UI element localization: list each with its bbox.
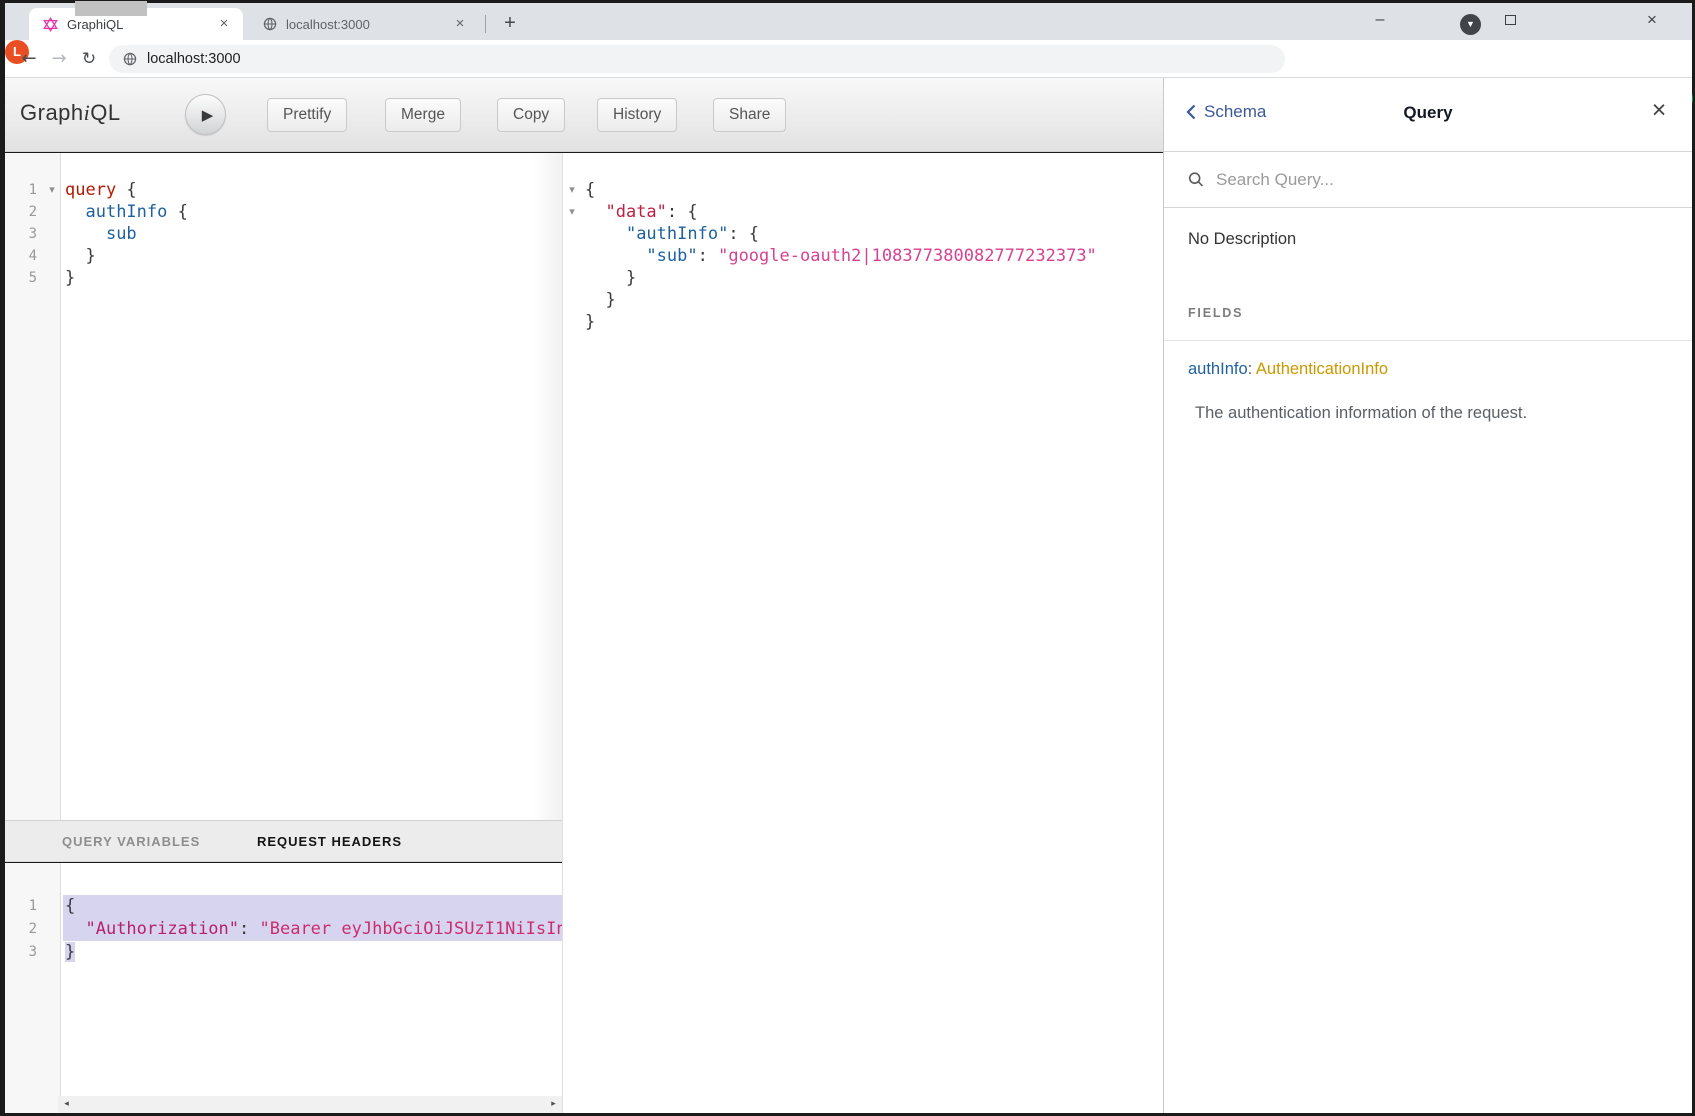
scrollbar-thumb[interactable] bbox=[75, 1, 147, 16]
line-number: 3 bbox=[5, 941, 43, 964]
field-description: The authentication information of the re… bbox=[1195, 404, 1527, 423]
doc-title: Query bbox=[1164, 103, 1692, 123]
fold-arrow-icon[interactable]: ▾ bbox=[563, 201, 581, 223]
line-number: 1 bbox=[5, 179, 43, 201]
secondary-editor-tabbar: QUERY VARIABLES REQUEST HEADERS bbox=[5, 820, 562, 862]
code-line: } bbox=[563, 267, 1163, 289]
fold-spacer bbox=[563, 289, 581, 311]
code-line: 2 authInfo { bbox=[5, 201, 562, 223]
maximize-icon bbox=[1505, 15, 1516, 25]
merge-button[interactable]: Merge bbox=[385, 98, 461, 132]
fold-spacer bbox=[43, 201, 61, 223]
code-line: ▾{ bbox=[563, 179, 1163, 201]
back-button[interactable]: ← bbox=[15, 45, 43, 73]
doc-field-row: authInfo: AuthenticationInfo bbox=[1188, 360, 1388, 379]
horizontal-scrollbar[interactable]: ◂ ▸ bbox=[58, 1096, 562, 1113]
copy-button[interactable]: Copy bbox=[497, 98, 565, 132]
code-line: } bbox=[563, 311, 1163, 333]
tab-title: localhost:3000 bbox=[286, 17, 451, 32]
forward-button[interactable]: → bbox=[45, 45, 73, 73]
reload-button[interactable]: ↻ bbox=[75, 45, 103, 73]
code-line: 4 } bbox=[5, 245, 562, 267]
tab-divider bbox=[485, 15, 486, 33]
fold-spacer bbox=[43, 223, 61, 245]
line-number: 5 bbox=[5, 267, 43, 289]
doc-search-input[interactable] bbox=[1216, 170, 1668, 190]
doc-explorer-header: Schema Query × bbox=[1164, 78, 1692, 152]
tab-title: GraphiQL bbox=[67, 17, 215, 32]
fold-spacer bbox=[563, 223, 581, 245]
graphiql-logo: GraphiQL bbox=[20, 100, 121, 126]
fold-arrow-icon[interactable]: ▾ bbox=[563, 179, 581, 201]
doc-fields-heading: FIELDS bbox=[1188, 306, 1243, 320]
history-button[interactable]: History bbox=[597, 98, 677, 132]
tab-query-variables[interactable]: QUERY VARIABLES bbox=[62, 834, 200, 849]
line-number: 2 bbox=[5, 918, 43, 941]
doc-close-button[interactable]: × bbox=[1644, 96, 1674, 125]
fold-spacer bbox=[43, 267, 61, 289]
globe-icon bbox=[123, 52, 137, 66]
code-line: 5} bbox=[5, 267, 562, 289]
scroll-left-arrow-icon[interactable]: ◂ bbox=[58, 1096, 75, 1113]
fold-spacer bbox=[43, 941, 61, 964]
code-line: } bbox=[563, 289, 1163, 311]
line-number: 1 bbox=[5, 895, 43, 918]
graphiql-toolbar: GraphiQL ▶ Prettify Merge Copy History S… bbox=[5, 78, 1163, 152]
line-number: 3 bbox=[5, 223, 43, 245]
window-minimize-button[interactable]: – bbox=[1357, 3, 1403, 37]
code-line: 3} bbox=[5, 941, 562, 964]
tab-close-icon[interactable]: × bbox=[451, 15, 469, 33]
code-line: 2 "Authorization": "Bearer eyJhbGciOiJSU… bbox=[5, 918, 562, 941]
browser-tab-strip: GraphiQL × localhost:3000 × + ▼ – × bbox=[5, 3, 1692, 40]
code-line: ▾ "data": { bbox=[563, 201, 1163, 223]
execute-query-button[interactable]: ▶ bbox=[185, 94, 226, 135]
tab-request-headers[interactable]: REQUEST HEADERS bbox=[257, 834, 402, 849]
fold-spacer bbox=[563, 245, 581, 267]
field-name-link[interactable]: authInfo bbox=[1188, 360, 1248, 378]
fold-spacer bbox=[43, 245, 61, 267]
field-type-link[interactable]: AuthenticationInfo bbox=[1256, 360, 1388, 378]
fold-spacer bbox=[43, 895, 61, 918]
tab-close-icon[interactable]: × bbox=[215, 15, 233, 33]
search-icon bbox=[1188, 171, 1204, 188]
doc-no-description: No Description bbox=[1188, 230, 1296, 249]
doc-explorer-panel: Schema Query × No Description FIELDS aut… bbox=[1163, 78, 1692, 1113]
prettify-button[interactable]: Prettify bbox=[267, 98, 347, 132]
address-bar[interactable]: localhost:3000 bbox=[109, 45, 1285, 73]
code-line: "sub": "google-oauth2|108377380082777232… bbox=[563, 245, 1163, 267]
line-number: 2 bbox=[5, 201, 43, 223]
line-number: 4 bbox=[5, 245, 43, 267]
result-viewer: ▾{▾ "data": { "authInfo": { "sub": "goog… bbox=[562, 153, 1163, 1113]
query-editor[interactable]: 1▾query {2 authInfo {3 sub4 }5} bbox=[5, 153, 562, 820]
fold-spacer bbox=[563, 311, 581, 333]
doc-search-row bbox=[1164, 152, 1692, 208]
chrome-chevron-chip-icon[interactable]: ▼ bbox=[1460, 14, 1481, 35]
request-headers-editor[interactable]: 1{2 "Authorization": "Bearer eyJhbGciOiJ… bbox=[5, 863, 562, 1113]
window-close-button[interactable]: × bbox=[1629, 3, 1675, 37]
code-line: 1▾query { bbox=[5, 179, 562, 201]
code-line: "authInfo": { bbox=[563, 223, 1163, 245]
fold-spacer bbox=[43, 918, 61, 941]
text-selection bbox=[63, 895, 562, 918]
code-line: 1{ bbox=[5, 895, 562, 918]
globe-icon bbox=[263, 17, 277, 31]
fold-spacer bbox=[563, 267, 581, 289]
tab-localhost[interactable]: localhost:3000 × bbox=[249, 8, 479, 40]
graphql-favicon-icon bbox=[43, 17, 58, 32]
share-button[interactable]: Share bbox=[713, 98, 786, 132]
window-maximize-button[interactable] bbox=[1487, 3, 1533, 37]
play-icon: ▶ bbox=[202, 106, 214, 124]
browser-toolbar: ← → ↻ localhost:3000 P Tp L Aktualisiere… bbox=[5, 40, 1692, 78]
doc-divider bbox=[1164, 340, 1692, 341]
new-tab-button[interactable]: + bbox=[497, 11, 523, 37]
fold-arrow-icon[interactable]: ▾ bbox=[43, 179, 61, 201]
code-line: 3 sub bbox=[5, 223, 562, 245]
url-text: localhost:3000 bbox=[147, 51, 241, 67]
scroll-right-arrow-icon[interactable]: ▸ bbox=[545, 1096, 562, 1113]
